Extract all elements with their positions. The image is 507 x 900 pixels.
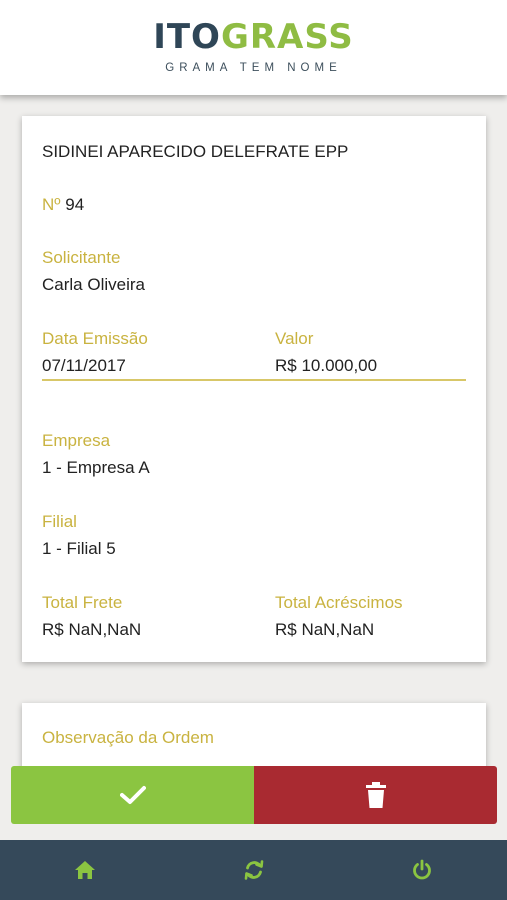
action-bar bbox=[11, 766, 497, 824]
logo-tagline: GRAMA TEM NOME bbox=[165, 62, 342, 74]
section-divider bbox=[42, 379, 466, 381]
amount-value: R$ 10.000,00 bbox=[275, 356, 378, 375]
app-header: ITOGRASS GRAMA TEM NOME bbox=[0, 0, 507, 95]
order-details-card: SIDINEI APARECIDO DELEFRATE EPP Nº 94 So… bbox=[22, 116, 486, 662]
surcharges-label: Total Acréscimos bbox=[275, 593, 403, 612]
order-number-value: 94 bbox=[65, 195, 85, 214]
freight-label: Total Frete bbox=[42, 593, 123, 612]
trash-icon bbox=[365, 782, 386, 808]
refresh-icon bbox=[244, 860, 264, 880]
empresa-label: Empresa bbox=[42, 431, 111, 450]
order-number: Nº 94 bbox=[42, 195, 84, 215]
company-name: SIDINEI APARECIDO DELEFRATE EPP bbox=[42, 142, 349, 161]
empresa-value: 1 - Empresa A bbox=[42, 458, 150, 477]
bottom-navbar bbox=[0, 840, 507, 900]
freight-value: R$ NaN,NaN bbox=[42, 620, 142, 639]
logo-text-secondary: GRASS bbox=[220, 17, 354, 57]
requester-value: Carla Oliveira bbox=[42, 275, 145, 294]
surcharges-value: R$ NaN,NaN bbox=[275, 620, 375, 639]
filial-label: Filial bbox=[42, 512, 77, 531]
nav-refresh[interactable] bbox=[241, 857, 267, 883]
home-icon bbox=[75, 861, 95, 879]
amount-label: Valor bbox=[275, 329, 314, 348]
nav-power[interactable] bbox=[409, 857, 435, 883]
observation-label: Observação da Ordem bbox=[42, 728, 214, 747]
order-number-label: Nº bbox=[42, 195, 61, 214]
power-icon bbox=[413, 859, 431, 880]
issue-date-value: 07/11/2017 bbox=[42, 356, 126, 375]
nav-home[interactable] bbox=[72, 857, 98, 883]
issue-date-label: Data Emissão bbox=[42, 329, 148, 348]
check-icon bbox=[119, 786, 146, 804]
approve-button[interactable] bbox=[11, 766, 254, 824]
logo: ITOGRASS bbox=[0, 18, 507, 56]
requester-label: Solicitante bbox=[42, 248, 121, 267]
delete-button[interactable] bbox=[254, 766, 497, 824]
filial-value: 1 - Filial 5 bbox=[42, 539, 116, 558]
logo-text-primary: ITO bbox=[153, 17, 221, 57]
